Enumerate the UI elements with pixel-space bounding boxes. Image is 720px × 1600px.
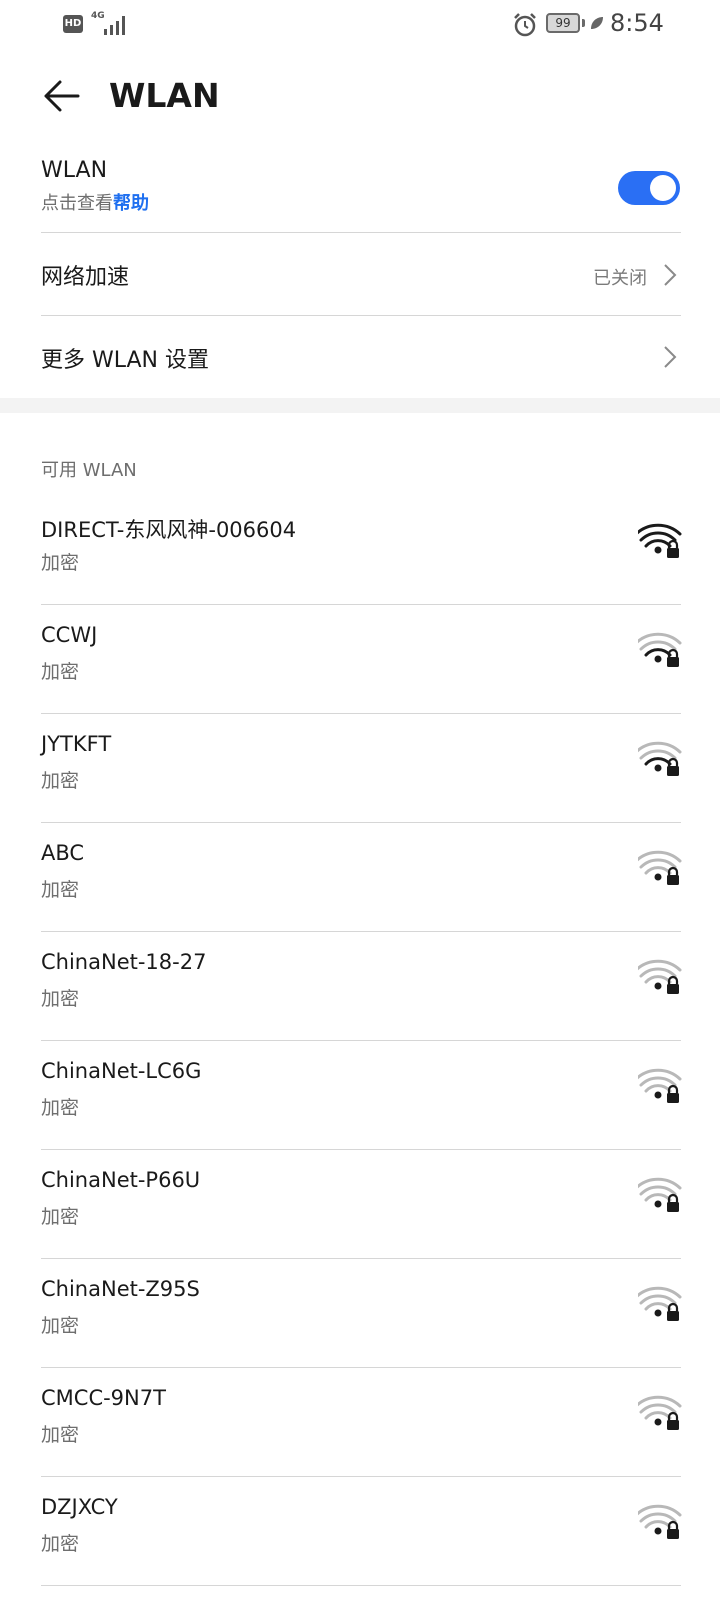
wifi-lock-icon	[638, 741, 682, 776]
wifi-lock-icon	[638, 850, 682, 885]
wlan-toggle-switch[interactable]	[618, 171, 680, 205]
wlan-toggle-row: WLAN 点击查看帮助	[41, 158, 681, 215]
network-speedup-label: 网络加速	[41, 265, 130, 290]
network-security: 加密	[41, 552, 80, 574]
network-list-item[interactable]: ABC 加密	[0, 823, 720, 932]
network-name: DIRECT-东风风神-006604	[41, 518, 297, 542]
status-time: 8:54	[610, 9, 664, 37]
network-security: 加密	[41, 879, 80, 901]
network-name: ChinaNet-LC6G	[41, 1059, 202, 1083]
available-wlan-header: 可用 WLAN	[41, 460, 137, 481]
power-saving-leaf-icon	[591, 17, 603, 29]
network-list-item[interactable]: ChinaNet-18-27 加密	[0, 932, 720, 1041]
toggle-knob	[650, 175, 676, 201]
network-list-item[interactable]: ChinaNet-Z95S 加密	[0, 1259, 720, 1368]
wifi-lock-icon	[638, 1286, 682, 1321]
chevron-right-icon	[664, 264, 677, 286]
page-title: WLAN	[109, 76, 220, 115]
network-security: 加密	[41, 1206, 80, 1228]
network-name: ChinaNet-P66U	[41, 1168, 201, 1192]
wlan-row-title: WLAN	[41, 158, 108, 183]
chevron-right-icon	[664, 346, 677, 368]
network-security: 加密	[41, 770, 80, 792]
wifi-lock-icon	[638, 523, 682, 558]
network-list-item[interactable]: CMCC-9N7T 加密	[0, 1368, 720, 1477]
network-list-item[interactable]: CCWJ 加密	[0, 605, 720, 714]
network-name: CMCC-9N7T	[41, 1386, 166, 1410]
network-type-label: 4G	[91, 11, 105, 21]
wifi-lock-icon	[638, 1395, 682, 1430]
network-security: 加密	[41, 1533, 80, 1555]
network-security: 加密	[41, 1424, 80, 1446]
help-prefix-text: 点击查看	[41, 193, 113, 214]
divider	[41, 315, 681, 316]
wifi-lock-icon	[638, 1068, 682, 1103]
network-list-item[interactable]: ChinaNet-LC6G 加密	[0, 1041, 720, 1150]
divider	[41, 232, 681, 233]
alarm-icon	[514, 13, 536, 37]
network-speedup-row[interactable]: 网络加速	[41, 259, 681, 299]
battery-cap	[582, 19, 585, 27]
network-security: 加密	[41, 988, 80, 1010]
back-arrow-icon[interactable]	[38, 72, 86, 120]
network-security: 加密	[41, 1097, 80, 1119]
network-speedup-status: 已关闭	[593, 268, 647, 289]
battery-icon: 99	[546, 13, 580, 33]
wlan-settings-page: HD 4G 99 8:54 WLAN WLAN 点击查看帮助 网络加速 已关闭 …	[0, 0, 720, 1600]
network-security: 加密	[41, 1315, 80, 1337]
cellular-signal-icon	[104, 16, 125, 35]
status-bar: HD 4G 99 8:54	[0, 0, 720, 48]
wifi-lock-icon	[638, 1504, 682, 1539]
wifi-lock-icon	[638, 1177, 682, 1212]
more-wlan-settings-label: 更多 WLAN 设置	[41, 348, 210, 373]
help-link[interactable]: 帮助	[113, 193, 149, 214]
network-name: ChinaNet-18-27	[41, 950, 207, 974]
network-list-item[interactable]: DZJXCY 加密	[0, 1477, 720, 1586]
network-name: ABC	[41, 841, 85, 865]
network-name: ChinaNet-Z95S	[41, 1277, 200, 1301]
divider	[41, 1585, 681, 1586]
network-list-item[interactable]: JYTKFT 加密	[0, 714, 720, 823]
network-list-item[interactable]: ChinaNet-P66U 加密	[0, 1150, 720, 1259]
wlan-row-subtitle: 点击查看帮助	[41, 189, 681, 215]
wifi-lock-icon	[638, 959, 682, 994]
more-wlan-settings-row[interactable]: 更多 WLAN 设置	[41, 342, 681, 382]
section-separator	[0, 398, 720, 413]
network-security: 加密	[41, 661, 80, 683]
network-list-item[interactable]: DIRECT-东风风神-006604 加密	[0, 496, 720, 605]
network-name: CCWJ	[41, 623, 98, 647]
network-name: DZJXCY	[41, 1495, 118, 1519]
hd-icon: HD	[63, 15, 83, 33]
network-name: JYTKFT	[41, 732, 112, 756]
wifi-lock-icon	[638, 632, 682, 667]
